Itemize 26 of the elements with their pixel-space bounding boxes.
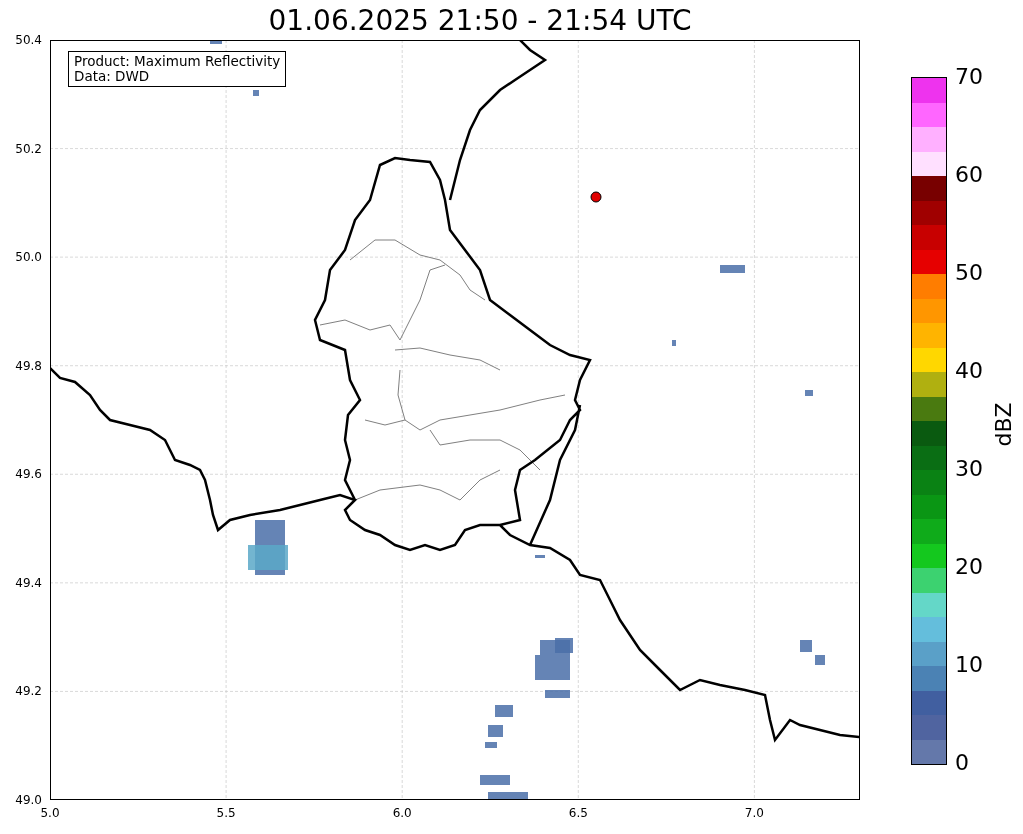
chart-title: 01.06.2025 21:50 - 21:54 UTC xyxy=(267,3,692,39)
longitude-tick-label: 5.0 xyxy=(40,806,60,820)
latitude-tick-label: 50.0 xyxy=(15,250,42,265)
info-text: Product: Maximum Reflectivity xyxy=(74,54,281,69)
latitude-tick-label: 50.2 xyxy=(15,141,42,156)
info-text: Data: DWD xyxy=(74,69,151,84)
location-marker xyxy=(590,191,602,203)
longitude-tick-label: 6.5 xyxy=(568,806,588,820)
colorbar-tick-label: 10 xyxy=(955,653,983,677)
colorbar-tick-label: 70 xyxy=(955,65,983,89)
colorbar-tick-label: 40 xyxy=(955,359,983,383)
longitude-tick-label: 5.5 xyxy=(216,806,236,820)
colorbar-tick-label: 60 xyxy=(955,163,983,187)
longitude-tick-label: 7.0 xyxy=(744,806,764,820)
latitude-tick-label: 49.8 xyxy=(15,358,42,373)
latitude-tick-label: 49.4 xyxy=(15,575,42,590)
latitude-tick-label: 49.0 xyxy=(15,793,42,807)
colorbar-tick-label: 0 xyxy=(955,751,969,775)
latitude-tick-label: 49.2 xyxy=(15,684,42,699)
colorbar-tick-label: 30 xyxy=(955,457,983,481)
latitude-tick-label: 49.6 xyxy=(15,467,42,482)
colorbar-tick-label: 50 xyxy=(955,261,983,285)
colorbar-label: dBZ xyxy=(990,402,1016,447)
latitude-tick-label: 50.4 xyxy=(15,33,42,47)
longitude-tick-label: 6.0 xyxy=(392,806,412,820)
colorbar-tick-label: 20 xyxy=(955,555,983,579)
